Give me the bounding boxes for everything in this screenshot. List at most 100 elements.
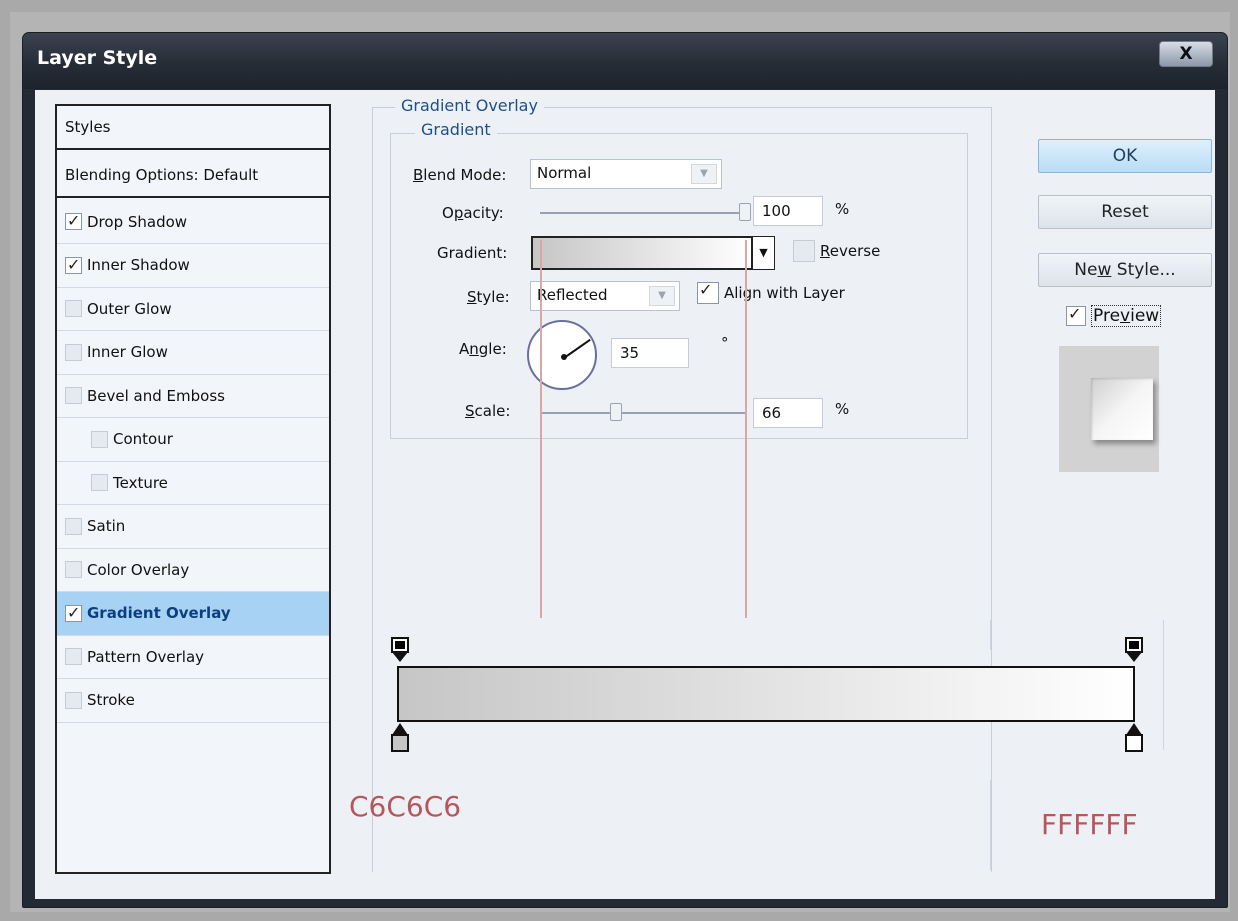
style-checkbox[interactable]	[65, 517, 82, 535]
layer-style-dialog: Layer Style X Styles Blending Options: D…	[22, 32, 1228, 908]
gradient-picker-arrow[interactable]: ▼	[753, 236, 775, 270]
styles-list: Styles Blending Options: Default Drop Sha…	[55, 104, 331, 874]
dialog-body: Styles Blending Options: Default Drop Sha…	[35, 90, 1215, 899]
style-item-label: Texture	[113, 473, 168, 492]
opacity-stop-left[interactable]	[391, 637, 409, 665]
style-checkbox[interactable]	[65, 561, 82, 578]
gradient-style-value: Reflected	[537, 286, 608, 304]
chevron-down-icon: ▼	[691, 164, 717, 184]
styles-header[interactable]: Styles	[57, 106, 329, 150]
style-item-color-overlay[interactable]: Color Overlay	[57, 548, 329, 592]
angle-center-dot	[561, 354, 567, 360]
style-item-stroke[interactable]: Stroke	[57, 679, 329, 723]
close-button[interactable]: X	[1159, 41, 1213, 67]
style-item-label: Pattern Overlay	[87, 647, 205, 666]
style-item-inner-glow[interactable]: Inner Glow	[57, 331, 329, 375]
preview-label: Preview	[1091, 305, 1162, 327]
gradient-preview-swatch[interactable]	[531, 236, 753, 270]
start-color-hex-annotation: C6C6C6	[349, 790, 462, 823]
style-item-contour[interactable]: Contour	[57, 418, 329, 462]
blend-mode-label: Blend Mode:	[413, 166, 507, 184]
opacity-input[interactable]: 100	[753, 196, 823, 226]
annotation-guide-line-left	[540, 240, 542, 618]
dialog-title: Layer Style	[37, 47, 158, 69]
opacity-unit: %	[835, 200, 850, 218]
reset-button[interactable]: Reset	[1038, 195, 1212, 229]
opacity-label: Opacity:	[442, 204, 504, 222]
blend-mode-value: Normal	[537, 164, 592, 182]
scale-unit: %	[835, 400, 850, 418]
gradient-subgroup-title: Gradient	[415, 120, 497, 139]
style-item-label: Inner Glow	[87, 343, 168, 361]
chevron-down-icon: ▼	[649, 286, 675, 306]
gradient-editor-bar[interactable]	[397, 666, 1135, 722]
style-item-label: Color Overlay	[87, 560, 190, 579]
style-item-label: Inner Shadow	[87, 256, 190, 274]
ok-button[interactable]: OK	[1038, 139, 1212, 173]
opacity-slider-thumb[interactable]	[739, 203, 751, 221]
align-checkbox-box[interactable]	[697, 280, 719, 304]
blend-mode-select[interactable]: Normal ▼	[530, 159, 722, 189]
style-checkbox[interactable]	[65, 211, 82, 230]
reverse-checkbox[interactable]: Reverse	[793, 240, 880, 262]
color-stop-right[interactable]	[1125, 723, 1143, 753]
style-checkbox[interactable]	[65, 300, 82, 317]
style-item-gradient-overlay[interactable]: Gradient Overlay	[57, 591, 329, 636]
reverse-label: Reverse	[820, 242, 881, 260]
style-label: Style:	[467, 288, 510, 306]
gradient-style-select[interactable]: Reflected ▼	[530, 281, 680, 311]
style-checkbox[interactable]	[65, 603, 82, 622]
preview-square	[1091, 378, 1153, 440]
angle-label: Angle:	[459, 340, 507, 358]
style-item-label: Outer Glow	[87, 299, 172, 318]
scale-label: Scale:	[465, 402, 511, 420]
opacity-slider-track	[540, 212, 745, 214]
angle-input[interactable]: 35	[611, 338, 689, 368]
gradient-overlay-title: Gradient Overlay	[395, 96, 544, 115]
angle-indicator	[563, 338, 591, 359]
style-item-label: Blending Options: Default	[65, 166, 259, 184]
scale-slider-thumb[interactable]	[609, 403, 622, 421]
divider	[990, 780, 991, 870]
style-item-pattern-overlay[interactable]: Pattern Overlay	[57, 635, 329, 679]
style-checkbox[interactable]	[91, 474, 108, 491]
end-color-hex-annotation: FFFFFF	[1041, 808, 1138, 841]
annotation-guide-line-right	[745, 240, 747, 618]
style-item-label: Contour	[113, 430, 173, 448]
style-item-blending-options-default[interactable]: Blending Options: Default	[57, 154, 329, 198]
scale-slider-track	[540, 412, 745, 414]
style-item-texture[interactable]: Texture	[57, 461, 329, 505]
style-checkbox[interactable]	[65, 648, 82, 665]
opacity-stop-right[interactable]	[1125, 637, 1143, 665]
style-item-label: Drop Shadow	[87, 212, 188, 231]
style-item-outer-glow[interactable]: Outer Glow	[57, 287, 329, 331]
styles-header-label: Styles	[65, 118, 111, 136]
style-item-bevel-and-emboss[interactable]: Bevel and Emboss	[57, 374, 329, 418]
style-checkbox[interactable]	[65, 255, 82, 274]
style-item-drop-shadow[interactable]: Drop Shadow	[57, 200, 329, 244]
preview-checkbox-box[interactable]	[1066, 304, 1086, 326]
style-item-label: Stroke	[87, 691, 135, 709]
style-item-label: Gradient Overlay	[87, 604, 231, 622]
new-style-button[interactable]: New Style...	[1038, 253, 1212, 287]
align-with-layer-checkbox[interactable]: Align with Layer	[697, 280, 845, 304]
style-item-label: Bevel and Emboss	[87, 386, 225, 405]
color-stop-left[interactable]	[391, 723, 409, 753]
style-item-satin[interactable]: Satin	[57, 505, 329, 549]
scale-input[interactable]: 66	[753, 398, 823, 428]
angle-dial[interactable]	[527, 320, 597, 390]
reverse-checkbox-box[interactable]	[793, 240, 815, 262]
style-item-inner-shadow[interactable]: Inner Shadow	[57, 244, 329, 288]
align-with-layer-label: Align with Layer	[724, 284, 845, 302]
style-checkbox[interactable]	[65, 691, 82, 709]
preview-checkbox[interactable]: Preview	[1066, 304, 1162, 327]
style-preview-thumbnail	[1059, 346, 1159, 472]
angle-unit: °	[721, 334, 729, 352]
style-item-label: Satin	[87, 517, 126, 535]
divider	[1163, 620, 1164, 750]
style-checkbox[interactable]	[65, 387, 82, 404]
divider	[990, 620, 991, 650]
style-checkbox[interactable]	[91, 430, 108, 448]
style-checkbox[interactable]	[65, 343, 82, 361]
title-bar[interactable]: Layer Style X	[23, 33, 1227, 89]
